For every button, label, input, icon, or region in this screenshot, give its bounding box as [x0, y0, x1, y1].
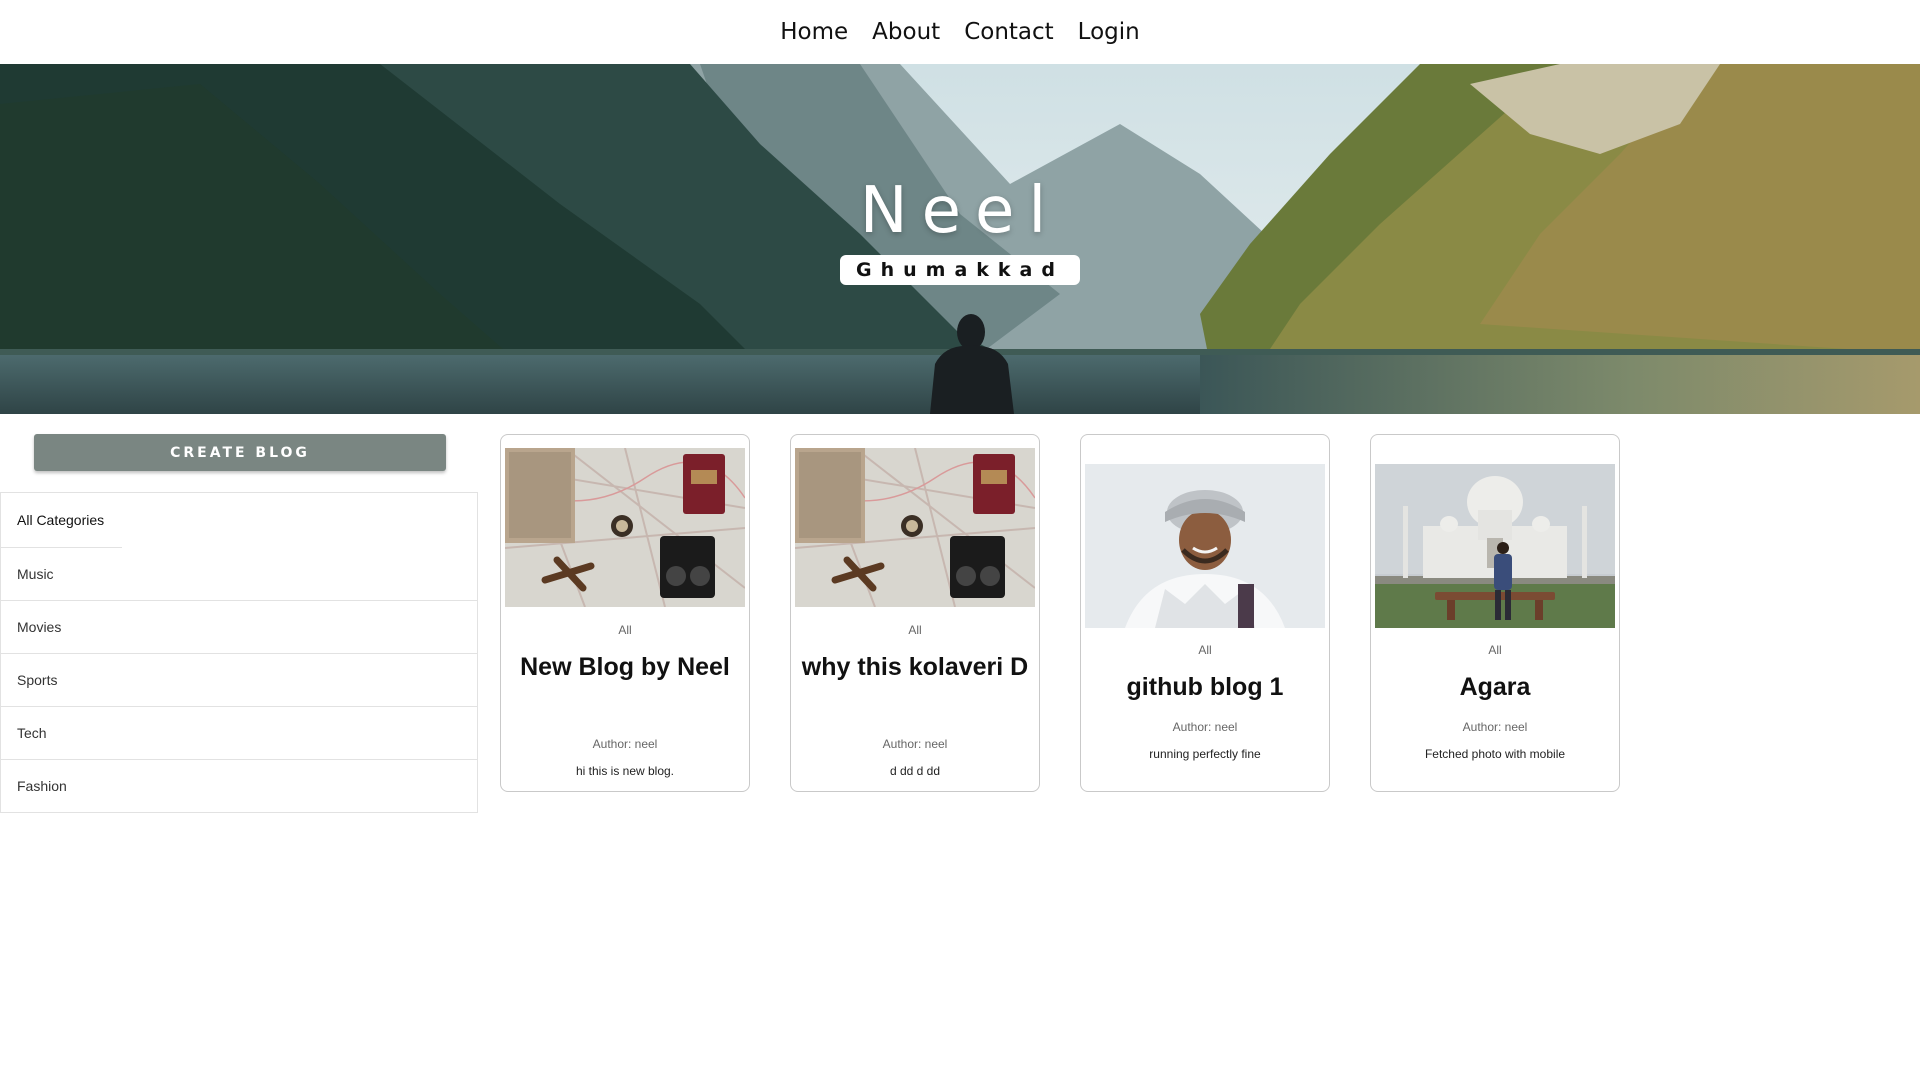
blog-card[interactable]: All New Blog by Neel Author: neel hi thi… — [500, 434, 750, 792]
category-music[interactable]: Music — [1, 548, 477, 601]
blog-card-author: Author: neel — [1462, 720, 1528, 734]
blog-card-image — [1085, 464, 1325, 628]
nav-login-link[interactable]: Login — [1066, 0, 1152, 64]
nav-about-link[interactable]: About — [860, 0, 952, 64]
blog-card-author: Author: neel — [1172, 720, 1238, 734]
blog-card-author: Author: neel — [882, 737, 948, 751]
blog-card-title: github blog 1 — [1126, 673, 1284, 701]
blog-card-category: All — [908, 623, 922, 637]
blog-card-title: Agara — [1459, 673, 1531, 701]
category-tech[interactable]: Tech — [1, 707, 477, 760]
blog-card-image — [505, 448, 745, 607]
create-blog-button[interactable]: CREATE BLOG — [34, 434, 446, 471]
blog-card[interactable]: All why this kolaveri D Author: neel d d… — [790, 434, 1040, 792]
blog-card-category: All — [618, 623, 632, 637]
categories-list: All Categories Music Movies Sports Tech … — [0, 492, 478, 813]
blog-card-category: All — [1198, 643, 1212, 657]
blog-card-author: Author: neel — [592, 737, 658, 751]
nav-contact-link[interactable]: Contact — [952, 0, 1065, 64]
blog-card[interactable]: All Agara Author: neel Fetched photo wit… — [1370, 434, 1620, 792]
blog-card-description: d dd d dd — [889, 764, 941, 778]
category-fashion[interactable]: Fashion — [1, 760, 477, 813]
category-all[interactable]: All Categories — [1, 493, 477, 548]
blog-card[interactable]: All github blog 1 Author: neel running p… — [1080, 434, 1330, 792]
blog-card-description: hi this is new blog. — [575, 764, 675, 778]
hero-subtitle-badge: Ghumakkad — [840, 255, 1080, 285]
blog-card-image — [795, 448, 1035, 607]
blog-card-category: All — [1488, 643, 1502, 657]
blog-card-title: why this kolaveri D — [801, 653, 1029, 681]
blog-card-title: New Blog by Neel — [520, 653, 730, 681]
hero-title: Neel — [859, 174, 1061, 248]
hero-banner: Neel Ghumakkad — [0, 64, 1920, 414]
category-sports[interactable]: Sports — [1, 654, 477, 707]
blog-card-description: Fetched photo with mobile — [1424, 747, 1566, 761]
top-navigation: Home About Contact Login — [0, 0, 1920, 64]
blog-card-image — [1375, 464, 1615, 628]
nav-home-link[interactable]: Home — [768, 0, 860, 64]
blog-card-description: running perfectly fine — [1149, 747, 1261, 761]
category-movies[interactable]: Movies — [1, 601, 477, 654]
